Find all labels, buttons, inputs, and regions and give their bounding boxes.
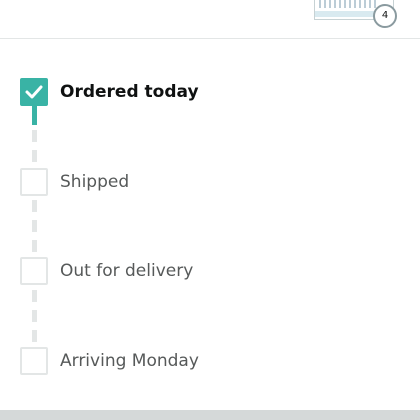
checkmark-icon [25, 85, 43, 99]
step-complete-checkbox [20, 78, 48, 106]
step-label: Out for delivery [60, 261, 194, 281]
progress-connector-complete [32, 105, 37, 125]
step-label: Ordered today [60, 82, 199, 102]
order-tracking-screen: 4 Ordered today Shipped Out for delivery… [0, 0, 420, 420]
step-label: Shipped [60, 172, 130, 192]
step-pending-checkbox [20, 257, 48, 285]
progress-connector-pending [32, 290, 37, 342]
step-label: Arriving Monday [60, 351, 199, 371]
thumbnail-pattern [319, 0, 377, 8]
section-divider [0, 410, 420, 420]
item-count-badge: 4 [373, 4, 397, 28]
step-pending-checkbox [20, 347, 48, 375]
order-items-header: 4 [0, 0, 420, 39]
progress-connector-pending [32, 130, 37, 168]
progress-connector-pending [32, 200, 37, 252]
step-pending-checkbox [20, 168, 48, 196]
